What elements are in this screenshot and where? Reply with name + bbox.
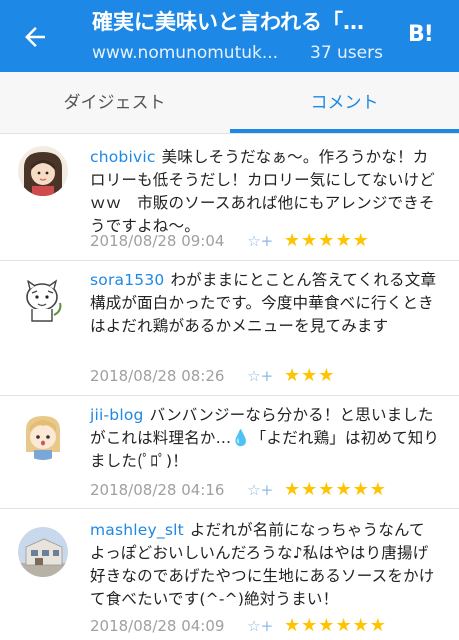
comment-item: jii-blog バンバンジーなら分かる！と思いましたがこれは料理名か…💧「よだれ… <box>0 396 459 509</box>
back-arrow-icon[interactable] <box>20 22 50 52</box>
comment-meta: 2018/08/28 09:04 ☆+ ★★★★★ <box>90 230 370 252</box>
comment-text-block: mashley_slt よだれが名前になっちゃうなんてよっぽどおいしいんだろうな♪… <box>90 519 440 611</box>
page-title: 確実に美味いと言われる「… <box>92 10 364 34</box>
star-rating: ★★★★★★ <box>284 479 387 500</box>
avatar[interactable] <box>18 275 68 325</box>
add-star-icon[interactable]: ☆+ <box>247 365 273 387</box>
comment-date: 2018/08/28 09:04 <box>90 232 225 250</box>
star-rating: ★★★ <box>284 365 336 386</box>
comment-username[interactable]: mashley_slt <box>90 521 184 539</box>
avatar[interactable] <box>18 527 68 577</box>
hatena-bookmark-logo[interactable]: B! <box>408 22 434 47</box>
page-url: www.nomunomutuk... <box>92 43 279 63</box>
add-star-icon[interactable]: ☆+ <box>247 615 273 637</box>
comment-item: mashley_slt よだれが名前になっちゃうなんてよっぽどおいしいんだろうな♪… <box>0 509 459 640</box>
comment-date: 2018/08/28 04:09 <box>90 617 225 635</box>
comment-username[interactable]: chobivic <box>90 148 156 166</box>
comment-meta: 2018/08/28 04:16 ☆+ ★★★★★★ <box>90 479 387 501</box>
comment-meta: 2018/08/28 08:26 ☆+ ★★★ <box>90 365 335 387</box>
comment-text-block: sora1530 わがままにとことん答えてくれる文章構成が面白かったです。今度中華… <box>90 269 440 338</box>
active-tab-indicator <box>230 129 459 133</box>
comment-item: chobivic 美味しそうだなぁ〜。作ろうかな！カロリーも低そうだし！カロリー気… <box>0 134 459 261</box>
bookmark-user-count: 37 users <box>310 43 383 63</box>
tab-bar: ダイジェスト コメント <box>0 72 459 134</box>
comment-username[interactable]: sora1530 <box>90 271 164 289</box>
tab-digest[interactable]: ダイジェスト <box>0 72 229 134</box>
comment-item: sora1530 わがままにとことん答えてくれる文章構成が面白かったです。今度中華… <box>0 261 459 396</box>
star-rating: ★★★★★ <box>284 230 370 251</box>
comment-text-block: chobivic 美味しそうだなぁ〜。作ろうかな！カロリーも低そうだし！カロリー気… <box>90 146 440 238</box>
comment-date: 2018/08/28 04:16 <box>90 481 225 499</box>
star-rating: ★★★★★★ <box>284 615 387 636</box>
add-star-icon[interactable]: ☆+ <box>247 230 273 252</box>
tab-comments[interactable]: コメント <box>230 72 459 134</box>
add-star-icon[interactable]: ☆+ <box>247 479 273 501</box>
comment-text-block: jii-blog バンバンジーなら分かる！と思いましたがこれは料理名か…💧「よだれ… <box>90 404 440 473</box>
app-bar: 確実に美味いと言われる「… www.nomunomutuk... 37 user… <box>0 0 459 72</box>
comment-date: 2018/08/28 08:26 <box>90 367 225 385</box>
comment-meta: 2018/08/28 04:09 ☆+ ★★★★★★ <box>90 615 387 637</box>
avatar[interactable] <box>18 410 68 460</box>
comment-username[interactable]: jii-blog <box>90 406 144 424</box>
avatar[interactable] <box>18 146 68 196</box>
